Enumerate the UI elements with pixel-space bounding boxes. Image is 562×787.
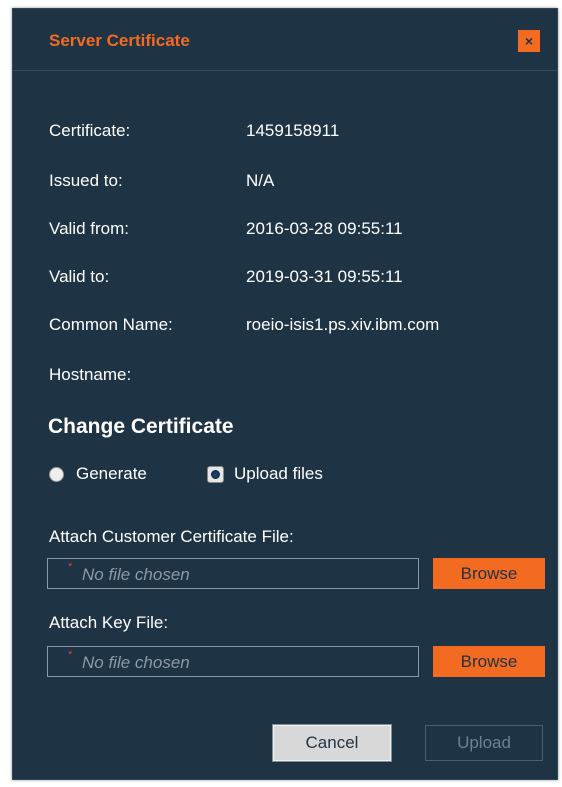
info-value: 2019-03-31 09:55:11 xyxy=(246,267,403,286)
info-label: Valid from: xyxy=(49,219,129,238)
radio-label: Upload files xyxy=(234,464,323,483)
info-label: Issued to: xyxy=(49,171,123,190)
file-placeholder: No file chosen xyxy=(82,653,190,672)
required-marker: * xyxy=(68,561,73,573)
cert-file-label: Attach Customer Certificate File: xyxy=(49,527,294,546)
info-value: N/A xyxy=(246,171,275,190)
cert-browse-button[interactable]: Browse xyxy=(433,558,545,589)
close-button[interactable]: × xyxy=(518,30,540,52)
info-value: 1459158911 xyxy=(246,121,340,140)
key-file-label: Attach Key File: xyxy=(49,613,169,632)
info-label: Common Name: xyxy=(49,315,173,334)
radio-unselected-icon[interactable] xyxy=(49,466,64,482)
dialog-titlebar: Server Certificate × xyxy=(13,9,557,71)
file-placeholder: No file chosen xyxy=(82,565,190,584)
server-certificate-dialog: Server Certificate × Certificate: 145915… xyxy=(12,8,558,780)
info-value: roeio-isis1.ps.xiv.ibm.com xyxy=(246,315,440,334)
change-certificate-heading: Change Certificate xyxy=(48,415,234,438)
upload-button[interactable]: Upload xyxy=(425,725,543,761)
radio-upload-files[interactable]: Upload files xyxy=(207,464,323,484)
close-icon: × xyxy=(524,33,534,49)
info-label: Hostname: xyxy=(49,365,132,384)
key-file-input[interactable]: * No file chosen xyxy=(47,646,419,677)
cert-file-input[interactable]: * No file chosen xyxy=(47,558,419,589)
radio-generate[interactable]: Generate xyxy=(49,464,147,484)
info-label: Valid to: xyxy=(49,267,110,286)
cancel-button[interactable]: Cancel xyxy=(272,724,392,762)
radio-label: Generate xyxy=(76,464,147,483)
info-value: 2016-03-28 09:55:11 xyxy=(246,219,403,238)
required-marker: * xyxy=(68,649,73,661)
dialog-title: Server Certificate xyxy=(49,31,190,50)
key-browse-button[interactable]: Browse xyxy=(433,646,545,677)
radio-selected-icon[interactable] xyxy=(207,465,224,483)
info-label: Certificate: xyxy=(49,121,131,140)
